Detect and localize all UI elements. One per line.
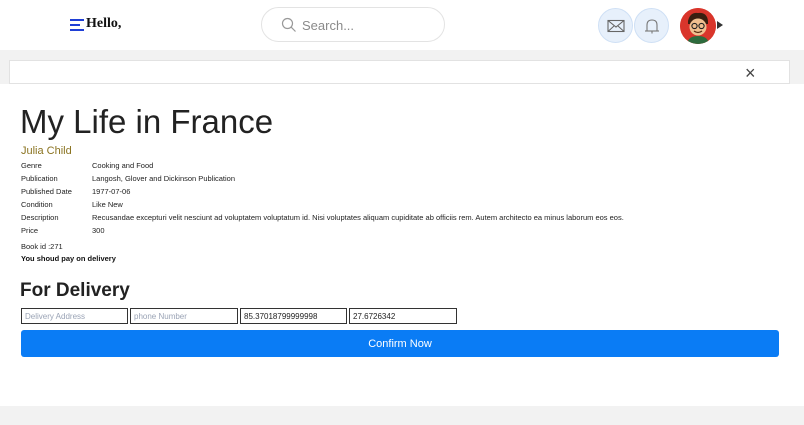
latitude-field[interactable] — [240, 308, 347, 324]
detail-label: Condition — [21, 200, 53, 209]
detail-value: Langosh, Glover and Dickinson Publicatio… — [92, 174, 236, 183]
avatar-dropdown-caret-icon[interactable] — [717, 21, 723, 29]
avatar-icon — [680, 8, 716, 44]
detail-label: Genre — [21, 161, 42, 170]
detail-value: Like New — [92, 200, 123, 209]
payment-note: You shoud pay on delivery — [21, 254, 116, 263]
book-title: My Life in France — [20, 103, 274, 140]
mail-icon — [607, 19, 625, 33]
phone-number-field[interactable] — [130, 308, 238, 324]
search-input[interactable] — [302, 16, 432, 34]
menu-icon[interactable] — [70, 19, 84, 31]
book-id: Book id :271 — [21, 242, 63, 251]
detail-label: Price — [21, 226, 39, 235]
greeting: Hello, — [86, 16, 122, 31]
longitude-field[interactable] — [349, 308, 457, 324]
detail-label: Publication — [21, 174, 58, 183]
avatar[interactable] — [680, 8, 716, 44]
book-author: Julia Child — [21, 145, 72, 157]
delivery-heading: For Delivery — [20, 280, 130, 301]
modal-header — [9, 60, 790, 84]
detail-value: 300 — [92, 226, 105, 235]
close-icon[interactable]: × — [745, 64, 756, 82]
mail-button[interactable] — [598, 8, 633, 43]
detail-value: 1977-07-06 — [92, 187, 131, 196]
search-box[interactable] — [261, 7, 445, 42]
detail-label: Description — [21, 213, 59, 222]
detail-value: Cooking and Food — [92, 161, 154, 170]
detail-value: Recusandae excepturi velit nesciunt ad v… — [92, 213, 624, 222]
search-icon — [281, 17, 296, 32]
top-navbar: Hello, — [0, 0, 804, 50]
detail-label: Published Date — [21, 187, 72, 196]
confirm-now-button[interactable]: Confirm Now — [21, 330, 779, 357]
notifications-button[interactable] — [634, 8, 669, 43]
bell-icon — [645, 19, 659, 34]
delivery-address-field[interactable] — [21, 308, 128, 324]
